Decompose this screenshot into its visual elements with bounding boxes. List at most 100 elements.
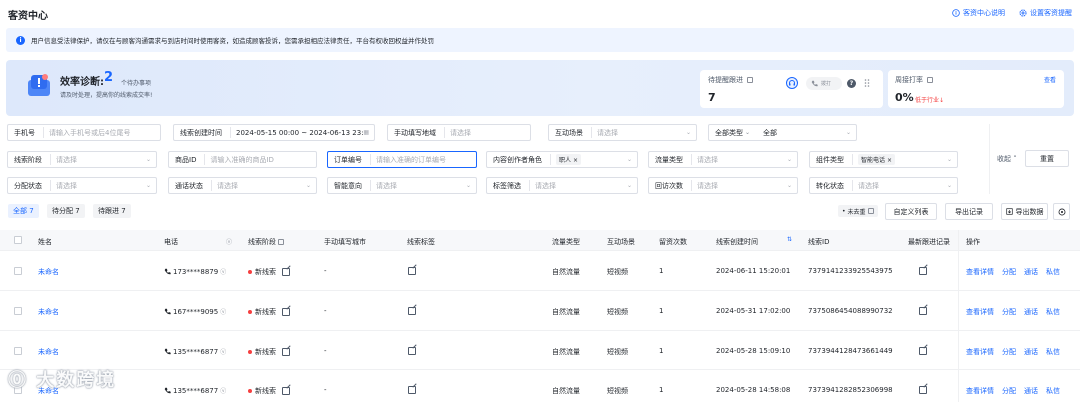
row-checkbox[interactable] xyxy=(14,347,22,355)
dedupe-toggle[interactable]: • 未去重 xyxy=(838,205,878,217)
message-link[interactable]: 私信 xyxy=(1046,347,1060,357)
call-link[interactable]: 通话 xyxy=(1024,347,1038,357)
call-status-filter[interactable]: 通话状态 请选择 ⌄ xyxy=(168,177,317,194)
collapse-button[interactable]: 收起 ˄ xyxy=(997,154,1017,164)
row-checkbox[interactable] xyxy=(14,307,22,315)
product-id-input[interactable]: 请输入准确的商品ID xyxy=(205,155,316,165)
edit-followup-icon[interactable] xyxy=(919,267,928,275)
traffic-type-select[interactable]: 请选择 xyxy=(692,155,787,165)
conversion-select[interactable]: 请选择 xyxy=(853,181,947,191)
tab-unassigned[interactable]: 待分配 7 xyxy=(47,204,85,218)
headset-icon[interactable] xyxy=(786,77,798,89)
creator-role-tag[interactable]: 职人 × xyxy=(556,154,581,165)
traffic-type-filter[interactable]: 流量类型 请选择 ⌄ xyxy=(648,151,798,168)
pending-reminder-card[interactable]: 待提醒跟进 7 拨打 ? xyxy=(700,70,883,108)
custom-list-button[interactable]: 自定义列表 xyxy=(885,203,937,220)
component-type-filter[interactable]: 组件类型 智能电话 × ⌄ xyxy=(809,151,958,168)
table-row[interactable]: 未命名 135****6877 ⓥ 新线索 - 自然流量 短视频 1 2024-… xyxy=(0,331,1080,369)
created-time-value[interactable]: 2024-05-15 00:00 ~ 2024-06-13 23:59 xyxy=(231,129,363,137)
view-details-link[interactable]: 查看详情 xyxy=(966,386,994,396)
edit-followup-icon[interactable] xyxy=(919,307,928,315)
assign-link[interactable]: 分配 xyxy=(1002,347,1016,357)
eye-icon[interactable]: ⓥ xyxy=(220,267,226,276)
chevron-down-icon: ⌄ xyxy=(786,156,792,163)
edit-icon[interactable] xyxy=(282,308,290,316)
close-icon[interactable]: × xyxy=(887,157,892,164)
revisit-filter[interactable]: 回访次数 请选择 ⌄ xyxy=(648,177,798,194)
assign-link[interactable]: 分配 xyxy=(1002,267,1016,277)
lead-name-link[interactable]: 未命名 xyxy=(38,307,59,317)
table-row[interactable]: 未命名 167****9095 ⓥ 新线索 - 自然流量 短视频 1 2024-… xyxy=(0,291,1080,329)
close-icon[interactable]: × xyxy=(573,157,578,164)
export-record-button[interactable]: 导出记录 xyxy=(945,203,993,220)
view-details-link[interactable]: 查看详情 xyxy=(966,267,994,277)
order-id-input[interactable]: 请输入准确的订单编号 xyxy=(371,155,476,165)
order-id-filter[interactable]: 订单编号 请输入准确的订单编号 xyxy=(327,151,477,168)
sort-icon[interactable]: ⇅ xyxy=(787,236,792,243)
lead-name-link[interactable]: 未命名 xyxy=(38,267,59,277)
edit-followup-icon[interactable] xyxy=(919,347,928,355)
eye-icon[interactable]: ⓥ xyxy=(220,307,226,316)
reminder-settings-link[interactable]: 设置客资提醒 xyxy=(1019,8,1072,18)
tab-all[interactable]: 全部 7 xyxy=(8,204,39,218)
message-link[interactable]: 私信 xyxy=(1046,307,1060,317)
intent-filter[interactable]: 智能意向 请选择 ⌄ xyxy=(327,177,477,194)
row-checkbox[interactable] xyxy=(14,267,22,275)
stage-filter-select[interactable]: 请选择 xyxy=(51,155,146,165)
eye-icon[interactable]: ⓥ xyxy=(226,237,232,246)
edit-tags-icon[interactable] xyxy=(408,386,416,394)
edit-icon[interactable] xyxy=(282,268,290,276)
table-row[interactable]: 未命名 173****8879 ⓥ 新线索 - 自然流量 短视频 1 2024-… xyxy=(0,251,1080,289)
phone-filter-input[interactable]: 请输入手机号或后4位尾号 xyxy=(44,128,160,138)
conversion-filter[interactable]: 转化状态 请选择 ⌄ xyxy=(809,177,958,194)
assign-link[interactable]: 分配 xyxy=(1002,307,1016,317)
phone-filter[interactable]: 手机号 请输入手机号或后4位尾号 xyxy=(7,124,161,141)
call-status-select[interactable]: 请选择 xyxy=(212,181,306,191)
settings-button[interactable] xyxy=(1053,203,1070,220)
drag-handle-icon[interactable] xyxy=(864,78,870,88)
edit-followup-icon[interactable] xyxy=(919,386,928,394)
intent-select[interactable]: 请选择 xyxy=(371,181,466,191)
view-details-link[interactable]: 查看详情 xyxy=(966,307,994,317)
product-id-filter[interactable]: 商品ID 请输入准确的商品ID xyxy=(168,151,317,168)
eye-icon[interactable]: ⓥ xyxy=(220,347,226,356)
call-link[interactable]: 通话 xyxy=(1024,267,1038,277)
call-link[interactable]: 通话 xyxy=(1024,307,1038,317)
table-row[interactable]: 未命名 135****6877 ⓥ 新线索 - 自然流量 短视频 1 2024-… xyxy=(0,370,1080,402)
creator-role-filter[interactable]: 内容创作者角色 职人 × ⌄ xyxy=(486,151,638,168)
scene-filter-select[interactable]: 请选择 xyxy=(592,128,686,138)
type-filter-value[interactable]: 全部 xyxy=(758,128,846,138)
edit-icon[interactable] xyxy=(282,348,290,356)
tag-filter[interactable]: 标签筛选 请选择 ⌄ xyxy=(486,177,638,194)
revisit-select[interactable]: 请选择 xyxy=(692,181,787,191)
view-link[interactable]: 查看 xyxy=(1044,75,1056,84)
message-link[interactable]: 私信 xyxy=(1046,267,1060,277)
select-all-checkbox[interactable] xyxy=(14,236,22,244)
edit-tags-icon[interactable] xyxy=(408,307,416,315)
edit-tags-icon[interactable] xyxy=(408,267,416,275)
reset-button[interactable]: 重置 xyxy=(1025,150,1069,167)
message-link[interactable]: 私信 xyxy=(1046,386,1060,396)
assign-status-filter[interactable]: 分配状态 请选择 ⌄ xyxy=(7,177,157,194)
view-details-link[interactable]: 查看详情 xyxy=(966,347,994,357)
region-filter[interactable]: 手动填写地域 请选择 xyxy=(387,124,531,141)
export-data-button[interactable]: 导出数据 xyxy=(1001,203,1048,220)
assign-link[interactable]: 分配 xyxy=(1002,386,1016,396)
tab-pending[interactable]: 待跟进 7 xyxy=(93,204,131,218)
edit-icon[interactable] xyxy=(282,387,290,395)
tag-filter-select[interactable]: 请选择 xyxy=(530,181,627,191)
scene-filter[interactable]: 互动场景 请选择 ⌄ xyxy=(548,124,697,141)
type-filter[interactable]: 全部类型 ⌄ 全部 ⌄ xyxy=(708,124,857,141)
help-link[interactable]: 客资中心说明 xyxy=(952,8,1005,18)
component-type-tag[interactable]: 智能电话 × xyxy=(858,154,895,165)
assign-status-select[interactable]: 请选择 xyxy=(51,181,146,191)
stage-filter[interactable]: 线索阶段 请选择 ⌄ xyxy=(7,151,157,168)
lead-name-link[interactable]: 未命名 xyxy=(38,347,59,357)
call-link[interactable]: 通话 xyxy=(1024,386,1038,396)
call-button[interactable]: 拨打 xyxy=(806,77,842,90)
edit-tags-icon[interactable] xyxy=(408,347,416,355)
eye-icon[interactable]: ⓥ xyxy=(220,386,226,395)
created-time-filter[interactable]: 线索创建时间 2024-05-15 00:00 ~ 2024-06-13 23:… xyxy=(173,124,375,141)
region-filter-select[interactable]: 请选择 xyxy=(445,128,530,138)
question-icon[interactable]: ? xyxy=(847,79,856,88)
